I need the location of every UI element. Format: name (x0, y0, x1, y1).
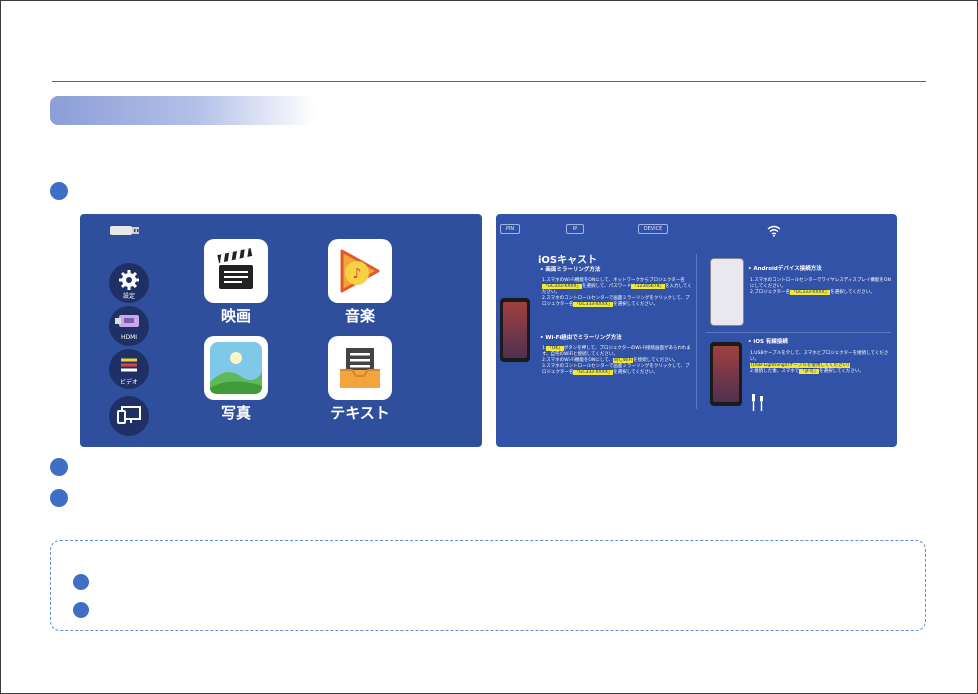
home-menu-screenshot: 設定 HDMI ビデオ 映画 ♪ 音楽 写真 テキスト (80, 214, 482, 447)
allow-hl: 「許可」 (799, 369, 820, 374)
column-divider (696, 254, 697, 409)
notes-box (50, 540, 926, 631)
header-rule (52, 81, 926, 82)
step-bullet-1 (50, 182, 68, 200)
android-screenshot (710, 258, 744, 326)
wifi-step1-text: ボタンを押して、プロジェクターのWi-Fi接続画面があらわれます。自宅のWiFi… (542, 346, 691, 357)
wired-step2-text-b: を選択してください。 (819, 369, 864, 374)
note-bullet-2 (73, 602, 89, 618)
mirror-step1-text: 1.スマホのWi-Fi機能をONにして、ネットワークからプロジェクター名 (542, 278, 685, 283)
screen-mirror-icon (117, 406, 141, 424)
photo-label: 写真 (220, 404, 251, 422)
music-tile[interactable]: ♪ (328, 239, 392, 303)
device-box: DEVICE (638, 224, 668, 234)
projector-name-hl-4: 「GC333-XXXX」 (790, 290, 831, 295)
music-label: 音楽 (344, 307, 375, 325)
settings-label: 設定 (122, 293, 135, 300)
document-text-icon (340, 348, 380, 388)
note-bullet-1 (73, 574, 89, 590)
mirror-step2-text-b: を選択してください。 (613, 302, 659, 307)
android-step2-text: 2.プロジェクター名 (750, 290, 791, 295)
settings-button[interactable]: 設定 (109, 263, 149, 303)
movie-clapper-icon (217, 248, 253, 289)
wired-step2-text: 2.接続した後、スマホで (750, 369, 800, 374)
wifi-icon (767, 222, 781, 241)
wifi-step2-text: 2.スマホのWi-Fi機能をONにして、 (542, 358, 613, 363)
music-play-icon: ♪ (340, 249, 380, 293)
mirror-steps: 1.スマホのWi-Fi機能をONにして、ネットワークからプロジェクター名「GC3… (542, 278, 692, 308)
usb-icon (110, 221, 140, 235)
password-hl: 「12345678」 (631, 284, 665, 289)
mirror-step1-text-b: を選択して、パスワード (581, 284, 632, 289)
movie-label: 映画 (220, 307, 251, 325)
movie-tile[interactable] (204, 239, 268, 303)
android-steps: 1.スマホのコントロールセンターでワイヤレスディスプレイ機能をONにしてください… (750, 278, 892, 296)
wifi-mirror-heading: • Wi-Fi経由でミラーリング方法 (540, 335, 622, 341)
step-bullet-3 (50, 489, 68, 507)
pin-box: PIN (500, 224, 520, 234)
same-wifi-hl: 同じWiFi (612, 358, 634, 363)
row-divider (706, 332, 891, 333)
ios-cast-screenshot: PIN IP DEVICE iOSキャスト • 画面ミラーリング方法 1.スマホ… (496, 214, 897, 447)
projector-name-hl-2: 「GC333-XXXX」 (573, 302, 614, 307)
photo-landscape-icon (210, 342, 262, 394)
mirror-heading: • 画面ミラーリング方法 (540, 267, 601, 273)
ios-wired-steps: 1.USBケーブルを介して、スマホとプロジェクターを接続してください。 (USB… (750, 351, 892, 375)
android-step1-text: 1.スマホのコントロールセンターでワイヤレスディスプレイ機能をONにしてください… (750, 278, 891, 289)
projector-name-hl-3: 「GC333-XXXX」 (573, 370, 614, 375)
iphone-screenshot-2 (710, 342, 742, 406)
svg-text:♪: ♪ (353, 266, 362, 282)
ios-wired-heading: • iOS 有線接続 (748, 339, 788, 345)
wifi-step3-text-b: を選択してください。 (613, 370, 659, 375)
iphone-screenshot-1 (500, 298, 530, 362)
wifi-step2-text-b: を接続してください。 (633, 358, 678, 363)
android-step2-text-b: を選択してください。 (830, 290, 875, 295)
ok-hl: 「OK」 (546, 346, 564, 351)
ip-box: IP (566, 224, 584, 234)
video-label: ビデオ (119, 379, 138, 386)
android-heading: • Androidデバイス接続方法 (748, 266, 822, 272)
lightning-cable-icon (750, 392, 768, 416)
text-tile[interactable] (328, 336, 392, 400)
section-title-bar (50, 96, 316, 125)
photo-tile[interactable] (204, 336, 268, 400)
cast-title: iOSキャスト (538, 255, 598, 266)
video-button[interactable]: ビデオ (109, 349, 149, 389)
projector-name-hl: 「GC333-XXXX」 (542, 284, 582, 289)
wifi-mirror-steps: 1.「OK」ボタンを押して、プロジェクターのWi-Fi接続画面があらわれます。自… (542, 346, 691, 375)
step-bullet-2 (50, 458, 68, 476)
hdmi-label: HDMI (120, 334, 138, 341)
text-label: テキスト (330, 404, 390, 422)
mirror-button[interactable] (109, 396, 149, 436)
usb-lightning-hl: (USB-Lightningのケーブルを使用してください) (750, 363, 850, 368)
hdmi-button[interactable]: HDMI (109, 306, 149, 346)
wired-step1-text: 1.USBケーブルを介して、スマホとプロジェクターを接続してください。 (750, 351, 889, 362)
